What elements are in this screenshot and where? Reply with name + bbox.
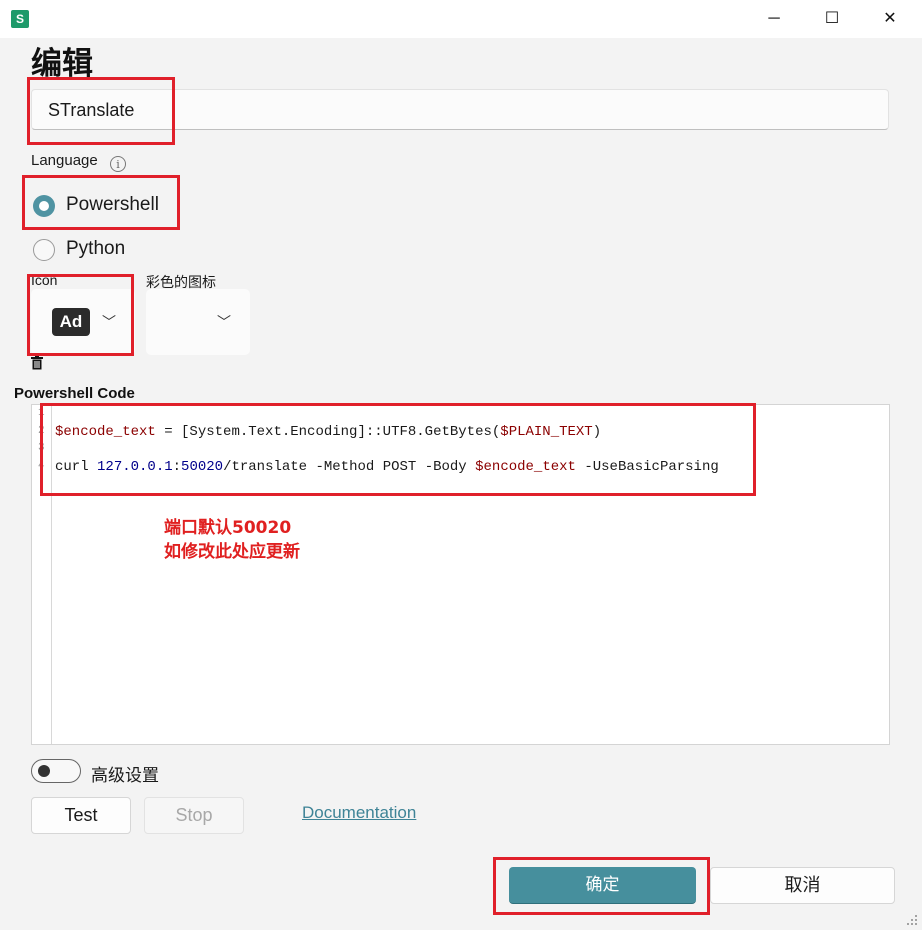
language-label: Language	[31, 152, 98, 169]
test-button[interactable]: Test	[31, 797, 131, 834]
maximize-button[interactable]: ☐	[803, 0, 861, 38]
annotation-text: 端口默认50020	[164, 518, 292, 538]
resize-grip-icon[interactable]	[906, 914, 918, 926]
info-icon[interactable]: i	[110, 156, 126, 172]
highlight-box-language	[22, 175, 180, 230]
annotation-text: 如修改此处应更新	[164, 542, 300, 562]
close-button[interactable]: ✕	[861, 0, 919, 38]
highlight-box-confirm	[493, 857, 710, 915]
highlight-box-icon	[27, 274, 134, 356]
minimize-button[interactable]: ─	[745, 0, 803, 38]
advanced-label: 高级设置	[91, 766, 159, 786]
radio-python-label[interactable]: Python	[66, 238, 125, 260]
code-section-title: Powershell Code	[14, 385, 135, 402]
advanced-toggle[interactable]	[31, 759, 81, 783]
highlight-box-name	[27, 77, 175, 145]
stop-button[interactable]: Stop	[144, 797, 244, 834]
radio-python[interactable]	[33, 239, 55, 261]
cancel-button[interactable]: 取消	[710, 867, 895, 904]
color-icon-dropdown[interactable]	[146, 289, 250, 355]
highlight-box-code	[40, 403, 756, 496]
app-icon: S	[11, 10, 29, 28]
trash-icon[interactable]	[31, 356, 43, 370]
documentation-link[interactable]: Documentation	[302, 803, 416, 823]
chevron-down-icon: ﹀	[217, 314, 231, 330]
